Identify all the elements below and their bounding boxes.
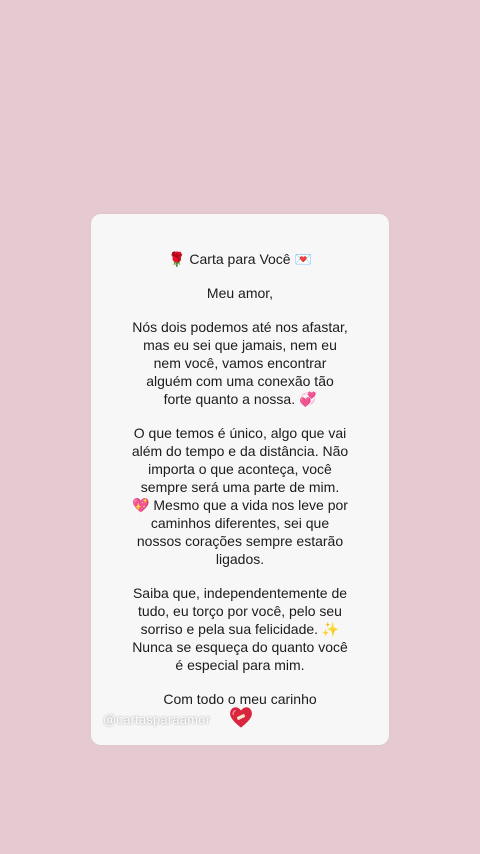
paragraph-line: O que temos é único, algo que vai — [133, 425, 347, 441]
paragraph-line: além do tempo e da distância. Não — [131, 443, 349, 459]
letter-paragraph-3: Saiba que, independentemente de tudo, eu… — [91, 584, 389, 674]
paragraph-line: é especial para mim. — [175, 657, 305, 673]
paragraph-line: tudo, eu torço por você, pelo seu — [138, 603, 342, 619]
paragraph-line: sempre será uma parte de mim. — [140, 479, 340, 495]
letter-card: 🌹 Carta para Você 💌 Meu amor, Nós dois p… — [91, 214, 389, 745]
paragraph-line: ligados. — [215, 551, 265, 567]
letter-paragraph-2: O que temos é único, algo que vai além d… — [91, 424, 389, 568]
letter-title: 🌹 Carta para Você 💌 — [91, 250, 389, 268]
rose-icon: 🌹 — [168, 251, 186, 267]
letter-paragraph-1: Nós dois podemos até nos afastar, mas eu… — [91, 318, 389, 408]
paragraph-line: Nunca se esqueça do quanto você — [132, 639, 348, 655]
paragraph-line: mas eu sei que jamais, nem eu — [143, 337, 337, 353]
paragraph-line: sorriso e pela sua felicidade. ✨ — [140, 621, 340, 637]
mending-heart-icon — [230, 707, 252, 728]
letter-body: 🌹 Carta para Você 💌 Meu amor, Nós dois p… — [91, 250, 389, 708]
letter-title-text: Carta para Você — [189, 251, 291, 267]
paragraph-line: nem você, vamos encontrar — [153, 355, 327, 371]
paragraph-line: 💖 Mesmo que a vida nos leve por — [132, 497, 348, 513]
paragraph-line: Saiba que, independentemente de — [132, 585, 348, 601]
author-watermark: @cartasparaamor — [103, 712, 211, 727]
paragraph-line: forte quanto a nossa. 💞 — [163, 391, 317, 407]
love-letter-icon: 💌 — [294, 251, 312, 267]
paragraph-line: nossos corações sempre estarão — [136, 533, 344, 549]
paragraph-line: importa o que aconteça, você — [148, 461, 332, 477]
paragraph-line: caminhos diferentes, sei que — [150, 515, 330, 531]
letter-greeting: Meu amor, — [206, 285, 274, 301]
paragraph-line: Nós dois podemos até nos afastar, — [132, 319, 348, 335]
paragraph-line: alguém com uma conexão tão — [146, 373, 334, 389]
